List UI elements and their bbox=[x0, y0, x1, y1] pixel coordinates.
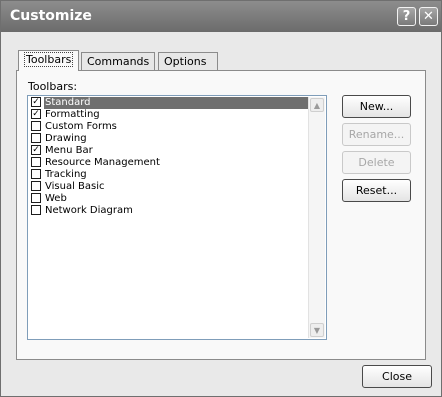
toolbar-item-label: Network Diagram bbox=[45, 205, 133, 216]
tab-toolbars[interactable]: Toolbars bbox=[18, 50, 79, 71]
toolbar-formatting-checkbox[interactable]: ✓ bbox=[31, 109, 41, 119]
toolbars-items: ✓ Standard ✓ Formatting Custom Forms Dra… bbox=[29, 97, 312, 217]
toolbar-menu-bar-checkbox[interactable]: ✓ bbox=[31, 145, 41, 155]
toolbar-item-menu-bar[interactable]: ✓ Menu Bar bbox=[29, 145, 311, 157]
dialog-client: Toolbars Commands Options Toolbars: ✓ St… bbox=[4, 32, 438, 393]
toolbar-item-label: Formatting bbox=[45, 109, 100, 120]
toolbar-tracking-checkbox[interactable] bbox=[31, 169, 41, 179]
toolbar-item-custom-forms[interactable]: Custom Forms bbox=[29, 121, 311, 133]
toolbar-item-label: Resource Management bbox=[45, 157, 160, 168]
toolbar-item-web[interactable]: Web bbox=[29, 193, 311, 205]
toolbar-network-diagram-checkbox[interactable] bbox=[31, 205, 41, 215]
tab-options[interactable]: Options bbox=[158, 52, 218, 70]
toolbar-item-label: Visual Basic bbox=[45, 181, 105, 192]
toolbar-item-label: Web bbox=[45, 193, 67, 204]
toolbars-listbox[interactable]: ✓ Standard ✓ Formatting Custom Forms Dra… bbox=[27, 95, 327, 340]
window-title: Customize bbox=[10, 8, 92, 24]
close-window-button[interactable]: ✕ bbox=[419, 7, 438, 26]
customize-dialog: Customize ? ✕ Toolbars Commands Options … bbox=[0, 0, 442, 397]
scroll-down-icon[interactable]: ▼ bbox=[310, 323, 324, 337]
tab-toolbars-label: Toolbars bbox=[24, 52, 74, 67]
toolbar-item-resource-management[interactable]: Resource Management bbox=[29, 157, 311, 169]
toolbar-item-visual-basic[interactable]: Visual Basic bbox=[29, 181, 311, 193]
close-icon: ✕ bbox=[423, 9, 434, 24]
toolbar-resource-management-checkbox[interactable] bbox=[31, 157, 41, 167]
help-button[interactable]: ? bbox=[397, 7, 416, 26]
toolbar-visual-basic-checkbox[interactable] bbox=[31, 181, 41, 191]
toolbar-item-label: Standard bbox=[44, 97, 312, 109]
toolbar-item-tracking[interactable]: Tracking bbox=[29, 169, 311, 181]
toolbar-custom-forms-checkbox[interactable] bbox=[31, 121, 41, 131]
scroll-up-icon[interactable]: ▲ bbox=[310, 98, 324, 112]
close-button[interactable]: Close bbox=[362, 365, 432, 388]
toolbars-list-label: Toolbars: bbox=[28, 80, 78, 93]
tab-commands[interactable]: Commands bbox=[81, 52, 155, 70]
toolbar-item-label: Menu Bar bbox=[45, 145, 93, 156]
toolbar-item-formatting[interactable]: ✓ Formatting bbox=[29, 109, 311, 121]
toolbar-item-network-diagram[interactable]: Network Diagram bbox=[29, 205, 311, 217]
new-toolbar-button[interactable]: New... bbox=[342, 95, 411, 118]
rename-toolbar-button[interactable]: Rename... bbox=[342, 123, 411, 146]
toolbar-item-label: Custom Forms bbox=[45, 121, 117, 132]
toolbars-tab-panel: Toolbars: ✓ Standard ✓ Formatting Custom… bbox=[16, 70, 426, 360]
toolbars-list-scrollbar[interactable]: ▲ ▼ bbox=[308, 97, 325, 338]
tab-options-label: Options bbox=[164, 55, 207, 68]
toolbar-drawing-checkbox[interactable] bbox=[31, 133, 41, 143]
delete-toolbar-button[interactable]: Delete bbox=[342, 151, 411, 174]
toolbar-web-checkbox[interactable] bbox=[31, 193, 41, 203]
title-bar[interactable]: Customize ? ✕ bbox=[1, 1, 441, 32]
tab-commands-label: Commands bbox=[87, 55, 150, 68]
toolbar-item-label: Drawing bbox=[45, 133, 87, 144]
toolbar-standard-checkbox[interactable]: ✓ bbox=[31, 97, 41, 107]
toolbar-item-drawing[interactable]: Drawing bbox=[29, 133, 311, 145]
toolbar-item-label: Tracking bbox=[45, 169, 87, 180]
help-icon: ? bbox=[402, 9, 411, 24]
reset-toolbar-button[interactable]: Reset... bbox=[342, 179, 411, 202]
toolbar-item-standard[interactable]: ✓ Standard bbox=[29, 97, 312, 109]
